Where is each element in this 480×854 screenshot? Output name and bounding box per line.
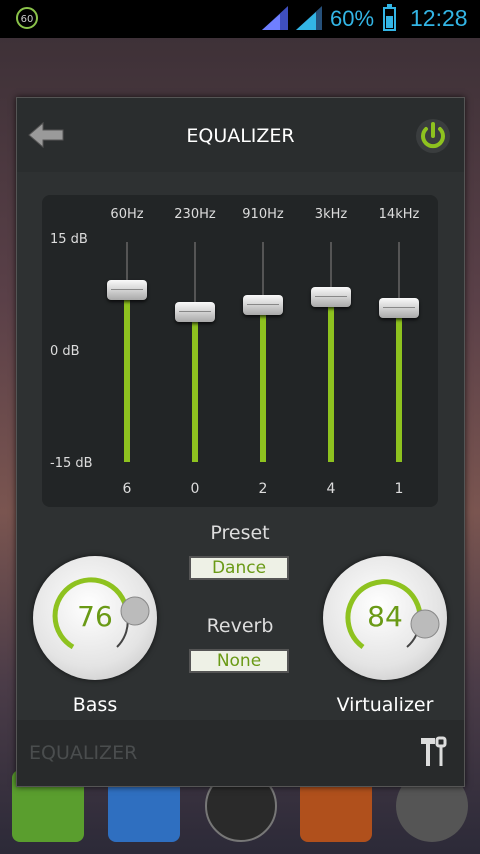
band-frequency-label: 230Hz	[174, 207, 216, 222]
band-slider-knob[interactable]	[311, 287, 351, 308]
band-level-fill	[328, 297, 334, 462]
band-value-label: 4	[326, 481, 336, 497]
dialog-header: EQUALIZER	[17, 98, 464, 172]
battery-icon	[383, 4, 396, 31]
dialog-footer: EQUALIZER	[17, 720, 464, 786]
reverb-label: Reverb	[206, 615, 274, 637]
band-level-fill	[124, 290, 130, 462]
bass-value: 76	[77, 600, 113, 633]
band-level-fill	[396, 308, 402, 462]
power-icon[interactable]	[415, 118, 451, 154]
band-frequency-label: 3kHz	[314, 207, 348, 222]
band-level-fill	[260, 304, 266, 462]
band-slider-knob[interactable]	[243, 294, 283, 315]
band-frequency-label: 14kHz	[378, 207, 420, 222]
bass-dial[interactable]: 76	[33, 556, 157, 680]
virtualizer-dial[interactable]: 84	[323, 556, 447, 680]
band-frequency-label: 60Hz	[110, 207, 144, 222]
clock: 12:28	[410, 5, 468, 31]
db-mid-label: 0 dB	[50, 344, 80, 359]
preset-selector[interactable]: Dance	[189, 556, 289, 580]
band-slider-knob[interactable]	[379, 298, 419, 319]
virtualizer-value: 84	[367, 600, 403, 633]
db-max-label: 15 dB	[50, 232, 88, 247]
notification-badge: 60	[16, 7, 38, 29]
band-value-label: 2	[258, 481, 268, 497]
virtualizer-label: Virtualizer	[336, 694, 434, 716]
signal-icon	[296, 6, 322, 30]
equalizer-dialog: EQUALIZER 15 dB 0 dB -15 dB 60Hz 6 230Hz 0 9…	[16, 97, 465, 787]
dialog-title: EQUALIZER	[186, 125, 295, 147]
footer-label: EQUALIZER	[29, 742, 138, 764]
signal-icon	[262, 6, 288, 30]
band-value-label: 6	[122, 481, 132, 497]
band-level-fill	[192, 312, 198, 462]
tools-icon[interactable]	[415, 734, 451, 770]
status-bar: 60 60% 12:28	[0, 0, 480, 38]
band-value-label: 1	[394, 481, 404, 497]
preset-label: Preset	[210, 522, 270, 544]
bass-label: Bass	[72, 694, 118, 716]
band-slider-knob[interactable]	[107, 280, 147, 300]
band-frequency-label: 910Hz	[242, 207, 284, 222]
reverb-selector[interactable]: None	[189, 649, 289, 673]
band-value-label: 0	[190, 481, 200, 497]
battery-percent: 60%	[330, 6, 375, 31]
db-min-label: -15 dB	[50, 456, 93, 471]
equalizer-panel: 15 dB 0 dB -15 dB 60Hz 6 230Hz 0 910Hz 2 3kHz 4…	[42, 195, 438, 507]
band-slider-knob[interactable]	[175, 302, 215, 322]
